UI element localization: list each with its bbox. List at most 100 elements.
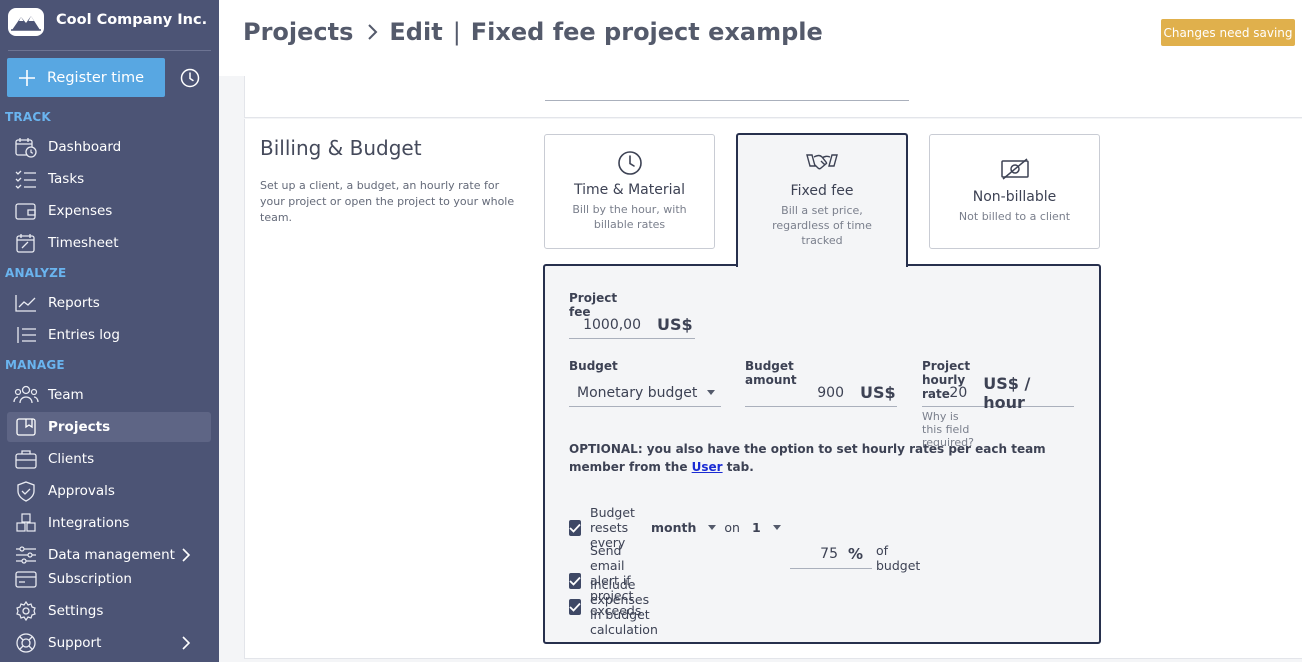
budget-label: Budget bbox=[569, 359, 618, 373]
input-underline bbox=[545, 100, 909, 101]
clock-icon bbox=[180, 68, 200, 88]
nav-item-team[interactable]: Team bbox=[7, 380, 211, 410]
reset-period-select[interactable]: month bbox=[650, 520, 717, 535]
hourly-rate-input[interactable]: 20 US$ / hour bbox=[922, 374, 1074, 412]
include-expenses-label: Include expenses in budget calculation bbox=[590, 577, 658, 637]
option-title: Non-billable bbox=[972, 189, 1057, 205]
checkmark-icon bbox=[569, 523, 581, 533]
project-fee-value: 1000,00 bbox=[583, 316, 641, 333]
briefcase-icon bbox=[8, 448, 44, 470]
nav-item-approvals[interactable]: Approvals bbox=[7, 476, 211, 506]
page-header: Projects Edit | Fixed fee project exampl… bbox=[219, 0, 1302, 76]
budget-type-select[interactable]: Monetary budget bbox=[569, 379, 721, 407]
no-money-icon bbox=[930, 157, 1099, 185]
nav-item-dashboard[interactable]: Dashboard bbox=[7, 132, 211, 162]
project-fee-input[interactable]: 1000,00 US$ bbox=[569, 311, 695, 339]
section-analyze: ANALYZE bbox=[5, 266, 67, 280]
nav-label: Expenses bbox=[48, 203, 113, 219]
hourly-rate-value: 20 bbox=[949, 384, 968, 401]
sliders-icon bbox=[8, 544, 44, 566]
alert-threshold-value: 75 bbox=[820, 545, 838, 562]
nav-item-subscription[interactable]: Subscription bbox=[7, 564, 211, 594]
alert-threshold-input[interactable]: 75 % bbox=[790, 539, 872, 569]
alert-suffix: of budget bbox=[876, 543, 920, 573]
nav-label: Team bbox=[48, 387, 84, 403]
reset-day-select[interactable]: 1 bbox=[752, 520, 781, 535]
nav-item-support[interactable]: Support bbox=[7, 628, 211, 658]
changes-need-saving-badge[interactable]: Changes need saving bbox=[1161, 19, 1295, 46]
page-title: Fixed fee project example bbox=[470, 18, 823, 46]
register-time-button[interactable]: Register time bbox=[7, 58, 165, 97]
brand[interactable]: Cool Company Inc. bbox=[0, 0, 219, 48]
nav-item-timesheet[interactable]: Timesheet bbox=[7, 228, 211, 258]
budget-type-value: Monetary budget bbox=[577, 384, 698, 401]
team-icon bbox=[8, 384, 44, 406]
breadcrumb-edit: Edit bbox=[389, 18, 443, 46]
plus-icon bbox=[7, 69, 47, 87]
clock-icon bbox=[545, 150, 714, 178]
option-description: Not billed to a client bbox=[958, 210, 1071, 223]
shield-check-icon bbox=[8, 480, 44, 502]
budget-amount-value: 900 bbox=[817, 384, 844, 401]
handshake-icon bbox=[738, 151, 906, 179]
previous-section-card bbox=[244, 76, 1302, 118]
nav-item-projects[interactable]: Projects bbox=[7, 412, 211, 442]
nav-label: Timesheet bbox=[48, 235, 119, 251]
option-time-material[interactable]: Time & Material Bill by the hour, with b… bbox=[544, 134, 715, 249]
alert-suffix-label: of budget bbox=[876, 543, 921, 573]
credit-card-icon bbox=[8, 568, 44, 590]
currency-unit: US$ bbox=[860, 383, 896, 402]
reset-day-value: 1 bbox=[751, 520, 761, 535]
option-fixed-fee[interactable]: Fixed fee Bill a set price, regardless o… bbox=[736, 133, 908, 267]
currency-unit: US$ bbox=[657, 315, 693, 334]
nav-label: Reports bbox=[48, 295, 100, 311]
nav-item-expenses[interactable]: Expenses bbox=[7, 196, 211, 226]
include-expenses-row: Include expenses in budget calculation bbox=[569, 577, 662, 637]
nav-item-entries-log[interactable]: Entries log bbox=[7, 320, 211, 350]
nav-label: Settings bbox=[48, 603, 104, 619]
sidebar: Cool Company Inc. Register time TRACK Da… bbox=[0, 0, 219, 662]
nav-item-integrations[interactable]: Integrations bbox=[7, 508, 211, 538]
timer-clock-button[interactable] bbox=[178, 66, 202, 90]
nav-item-clients[interactable]: Clients bbox=[7, 444, 211, 474]
nav-label: Projects bbox=[48, 419, 111, 435]
billing-description: Set up a client, a budget, an hourly rat… bbox=[260, 179, 515, 224]
optional-rates-note: OPTIONAL: you also have the option to se… bbox=[569, 440, 1079, 476]
nav-label: Dashboard bbox=[48, 139, 122, 155]
user-tab-link[interactable]: User bbox=[692, 460, 723, 474]
include-expenses-checkbox[interactable] bbox=[569, 599, 581, 615]
wallet-icon bbox=[8, 200, 44, 222]
register-time-label: Register time bbox=[47, 69, 145, 86]
breadcrumb-separator: | bbox=[452, 18, 461, 46]
optional-note-text: OPTIONAL: you also have the option to se… bbox=[569, 442, 1046, 474]
gear-icon bbox=[8, 600, 44, 622]
billing-title: Billing & Budget bbox=[260, 136, 422, 160]
nav-item-reports[interactable]: Reports bbox=[7, 288, 211, 318]
cubes-icon bbox=[8, 512, 44, 534]
reset-on-label: on bbox=[724, 520, 740, 535]
nav-item-settings[interactable]: Settings bbox=[7, 596, 211, 626]
nav-label: Subscription bbox=[48, 571, 132, 587]
timesheet-icon bbox=[8, 232, 44, 254]
breadcrumb: Projects Edit | Fixed fee project exampl… bbox=[243, 18, 823, 46]
caret-down-icon bbox=[772, 525, 781, 530]
reset-period-value: month bbox=[650, 520, 697, 535]
hourly-rate-unit: US$ / hour bbox=[983, 373, 1031, 412]
budget-amount-input[interactable]: 900 US$ bbox=[745, 379, 897, 407]
budget-reset-checkbox[interactable] bbox=[569, 519, 581, 536]
option-non-billable[interactable]: Non-billable Not billed to a client bbox=[929, 134, 1100, 249]
folder-icon bbox=[8, 416, 44, 438]
nav-item-tasks[interactable]: Tasks bbox=[7, 164, 211, 194]
nav-label: Entries log bbox=[48, 327, 120, 343]
nav-label: Support bbox=[48, 635, 102, 651]
company-name: Cool Company Inc. bbox=[56, 12, 208, 28]
nav-label: Approvals bbox=[48, 483, 115, 499]
option-title: Time & Material bbox=[574, 182, 685, 198]
divider bbox=[8, 50, 211, 51]
chevron-right-icon bbox=[367, 23, 379, 41]
breadcrumb-projects-link[interactable]: Projects bbox=[243, 18, 353, 46]
list-icon bbox=[8, 324, 44, 346]
nav-label: Data management bbox=[48, 547, 175, 563]
calendar-clock-icon bbox=[8, 136, 44, 158]
caret-down-icon bbox=[708, 525, 717, 530]
